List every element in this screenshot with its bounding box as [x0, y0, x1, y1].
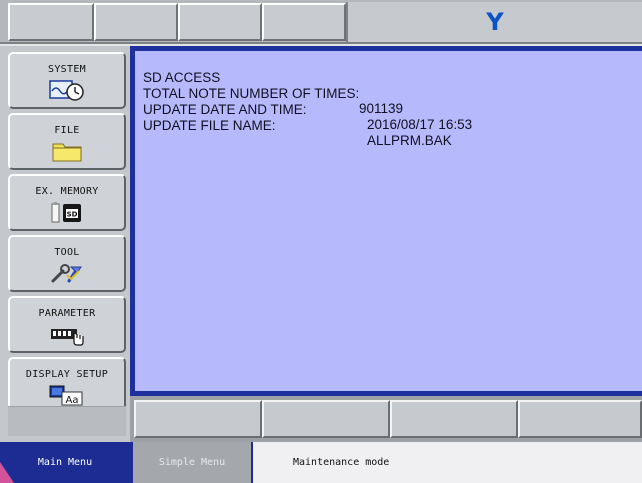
sidebar-item-label: SYSTEM [48, 64, 86, 75]
sidebar-item-label: FILE [54, 125, 80, 136]
top-button-4[interactable] [262, 3, 346, 41]
info-row-file-name: UPDATE FILE NAME: ALLPRM.BAK [143, 102, 642, 149]
sidebar-item-label: DISPLAY SETUP [25, 369, 109, 380]
sidebar-item-tool[interactable]: TOOL [8, 235, 126, 292]
sidebar-item-label: EX. MEMORY [35, 186, 99, 197]
info-label: UPDATE FILE NAME: [143, 117, 276, 133]
info-value: 2016/08/17 16:53 [367, 117, 473, 132]
sd-access-panel: SD ACCESS TOTAL NOTE NUMBER OF TIMES: 90… [135, 51, 642, 391]
info-value: ALLPRM.BAK [367, 133, 452, 148]
softkey-1[interactable] [134, 400, 262, 438]
softkey-4[interactable] [518, 400, 642, 438]
sd-card-icon: SD [47, 200, 87, 224]
sidebar-item-system[interactable]: SYSTEM [8, 52, 126, 109]
sidebar: SYSTEM FILE EX. MEMORY SD TOOL PARAMETER… [0, 46, 130, 442]
svg-text:Aa: Aa [66, 395, 79, 406]
title-y: Y [486, 8, 504, 36]
display-font-icon: Aa [47, 383, 87, 407]
softkey-2[interactable] [262, 400, 390, 438]
status-message: Maintenance mode [253, 442, 642, 483]
sidebar-item-label: PARAMETER [38, 308, 96, 319]
simple-menu-button[interactable]: Simple Menu [133, 442, 251, 483]
corner-mark-icon [0, 462, 14, 483]
mode-text: Maintenance mode [293, 457, 390, 468]
top-button-3[interactable] [178, 3, 262, 41]
info-row-total: TOTAL NOTE NUMBER OF TIMES: 901139 [143, 70, 642, 117]
top-bar: Y [0, 0, 642, 44]
status-bar: Main Menu Simple Menu Maintenance mode [0, 442, 642, 483]
folder-icon [49, 139, 85, 163]
sidebar-item-file[interactable]: FILE [8, 113, 126, 170]
sidebar-item-ex-memory[interactable]: EX. MEMORY SD [8, 174, 126, 231]
parameter-switch-icon [47, 322, 87, 346]
sidebar-item-parameter[interactable]: PARAMETER [8, 296, 126, 353]
top-button-2[interactable] [94, 3, 178, 41]
system-clock-icon [47, 78, 87, 102]
top-button-1[interactable] [8, 3, 94, 41]
softkey-bar [130, 396, 642, 442]
main-frame: SD ACCESS TOTAL NOTE NUMBER OF TIMES: 90… [130, 46, 642, 396]
panel-title-row: SD ACCESS [143, 54, 642, 85]
info-row-update-date: UPDATE DATE AND TIME: 2016/08/17 16:53 [143, 86, 642, 133]
softkey-3[interactable] [390, 400, 518, 438]
sidebar-item-label: TOOL [54, 247, 80, 258]
top-title-area: Y [346, 2, 642, 42]
tool-wrench-icon [47, 261, 87, 285]
svg-text:SD: SD [67, 211, 78, 219]
sidebar-footer [8, 406, 126, 436]
